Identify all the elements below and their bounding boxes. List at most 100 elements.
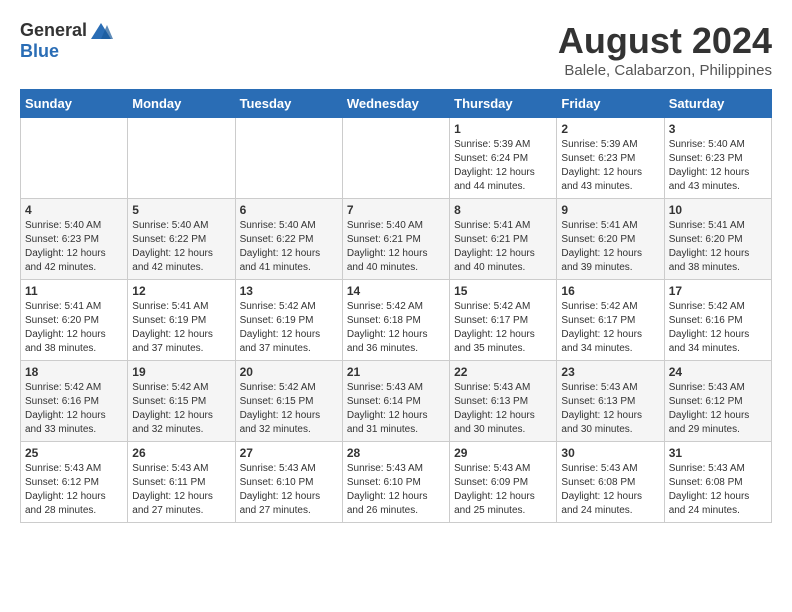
day-info: Sunrise: 5:43 AM Sunset: 6:09 PM Dayligh… <box>454 462 552 518</box>
day-info: Sunrise: 5:42 AM Sunset: 6:17 PM Dayligh… <box>454 300 552 356</box>
day-number: 30 <box>561 446 659 460</box>
day-info: Sunrise: 5:41 AM Sunset: 6:20 PM Dayligh… <box>669 219 767 275</box>
calendar-cell: 31 Sunrise: 5:43 AM Sunset: 6:08 PM Dayli… <box>664 442 771 523</box>
day-number: 10 <box>669 203 767 217</box>
calendar-cell: 20Sunrise: 5:42 AM Sunset: 6:15 PM Dayli… <box>235 361 342 442</box>
day-number: 23 <box>561 365 659 379</box>
logo-icon <box>89 21 113 41</box>
calendar-cell: 29 Sunrise: 5:43 AM Sunset: 6:09 PM Dayli… <box>450 442 557 523</box>
day-info: Sunrise: 5:43 AM Sunset: 6:12 PM Dayligh… <box>669 381 767 437</box>
day-number: 16 <box>561 284 659 298</box>
day-number: 9 <box>561 203 659 217</box>
day-info: Sunrise: 5:43 AM Sunset: 6:13 PM Dayligh… <box>454 381 552 437</box>
calendar-week-row: 25 Sunrise: 5:43 AM Sunset: 6:12 PM Dayli… <box>21 442 772 523</box>
calendar-cell <box>21 118 128 199</box>
calendar-cell: 4 Sunrise: 5:40 AM Sunset: 6:23 PM Daylig… <box>21 199 128 280</box>
day-info: Sunrise: 5:43 AM Sunset: 6:08 PM Dayligh… <box>561 462 659 518</box>
calendar-cell: 2 Sunrise: 5:39 AM Sunset: 6:23 PM Daylig… <box>557 118 664 199</box>
calendar-cell: 28 Sunrise: 5:43 AM Sunset: 6:10 PM Dayli… <box>342 442 449 523</box>
day-number: 15 <box>454 284 552 298</box>
day-info: Sunrise: 5:40 AM Sunset: 6:21 PM Dayligh… <box>347 219 445 275</box>
calendar-day-header: Sunday <box>21 90 128 118</box>
calendar-cell: 5 Sunrise: 5:40 AM Sunset: 6:22 PM Daylig… <box>128 199 235 280</box>
calendar-cell: 25 Sunrise: 5:43 AM Sunset: 6:12 PM Dayli… <box>21 442 128 523</box>
day-number: 26 <box>132 446 230 460</box>
day-info: Sunrise: 5:40 AM Sunset: 6:22 PM Dayligh… <box>240 219 338 275</box>
day-number: 28 <box>347 446 445 460</box>
calendar-cell: 11Sunrise: 5:41 AM Sunset: 6:20 PM Dayli… <box>21 280 128 361</box>
day-number: 19 <box>132 365 230 379</box>
calendar-cell: 9Sunrise: 5:41 AM Sunset: 6:20 PM Daylig… <box>557 199 664 280</box>
calendar-cell: 22Sunrise: 5:43 AM Sunset: 6:13 PM Dayli… <box>450 361 557 442</box>
day-number: 12 <box>132 284 230 298</box>
calendar-cell: 12 Sunrise: 5:41 AM Sunset: 6:19 PM Dayli… <box>128 280 235 361</box>
day-info: Sunrise: 5:40 AM Sunset: 6:23 PM Dayligh… <box>25 219 123 275</box>
day-number: 3 <box>669 122 767 136</box>
day-number: 20 <box>240 365 338 379</box>
day-info: Sunrise: 5:43 AM Sunset: 6:11 PM Dayligh… <box>132 462 230 518</box>
day-number: 25 <box>25 446 123 460</box>
day-info: Sunrise: 5:40 AM Sunset: 6:22 PM Dayligh… <box>132 219 230 275</box>
day-number: 14 <box>347 284 445 298</box>
day-info: Sunrise: 5:43 AM Sunset: 6:10 PM Dayligh… <box>240 462 338 518</box>
day-number: 27 <box>240 446 338 460</box>
day-info: Sunrise: 5:43 AM Sunset: 6:08 PM Dayligh… <box>669 462 767 518</box>
day-number: 5 <box>132 203 230 217</box>
day-info: Sunrise: 5:40 AM Sunset: 6:23 PM Dayligh… <box>669 138 767 194</box>
day-number: 29 <box>454 446 552 460</box>
location-subtitle: Balele, Calabarzon, Philippines <box>558 62 772 79</box>
day-number: 31 <box>669 446 767 460</box>
day-info: Sunrise: 5:42 AM Sunset: 6:16 PM Dayligh… <box>25 381 123 437</box>
calendar-cell: 30 Sunrise: 5:43 AM Sunset: 6:08 PM Dayli… <box>557 442 664 523</box>
logo-general-text: General <box>20 20 87 41</box>
calendar-cell: 14 Sunrise: 5:42 AM Sunset: 6:18 PM Dayli… <box>342 280 449 361</box>
calendar-cell: 18 Sunrise: 5:42 AM Sunset: 6:16 PM Dayli… <box>21 361 128 442</box>
day-info: Sunrise: 5:39 AM Sunset: 6:24 PM Dayligh… <box>454 138 552 194</box>
day-info: Sunrise: 5:43 AM Sunset: 6:14 PM Dayligh… <box>347 381 445 437</box>
calendar-cell: 21 Sunrise: 5:43 AM Sunset: 6:14 PM Dayli… <box>342 361 449 442</box>
calendar-cell <box>235 118 342 199</box>
calendar-day-header: Friday <box>557 90 664 118</box>
day-info: Sunrise: 5:41 AM Sunset: 6:19 PM Dayligh… <box>132 300 230 356</box>
day-info: Sunrise: 5:42 AM Sunset: 6:19 PM Dayligh… <box>240 300 338 356</box>
calendar-day-header: Saturday <box>664 90 771 118</box>
day-info: Sunrise: 5:43 AM Sunset: 6:13 PM Dayligh… <box>561 381 659 437</box>
page-header: General Blue August 2024 Balele, Calabar… <box>20 20 772 79</box>
calendar-cell: 27 Sunrise: 5:43 AM Sunset: 6:10 PM Dayli… <box>235 442 342 523</box>
day-number: 1 <box>454 122 552 136</box>
calendar-week-row: 1 Sunrise: 5:39 AM Sunset: 6:24 PM Daylig… <box>21 118 772 199</box>
calendar-cell: 13 Sunrise: 5:42 AM Sunset: 6:19 PM Dayli… <box>235 280 342 361</box>
logo-blue-text: Blue <box>20 41 59 62</box>
calendar-cell: 6 Sunrise: 5:40 AM Sunset: 6:22 PM Daylig… <box>235 199 342 280</box>
calendar-cell: 23 Sunrise: 5:43 AM Sunset: 6:13 PM Dayli… <box>557 361 664 442</box>
calendar-cell <box>128 118 235 199</box>
calendar-cell: 19Sunrise: 5:42 AM Sunset: 6:15 PM Dayli… <box>128 361 235 442</box>
calendar-cell: 3 Sunrise: 5:40 AM Sunset: 6:23 PM Daylig… <box>664 118 771 199</box>
calendar-day-header: Thursday <box>450 90 557 118</box>
day-number: 24 <box>669 365 767 379</box>
day-info: Sunrise: 5:39 AM Sunset: 6:23 PM Dayligh… <box>561 138 659 194</box>
day-number: 18 <box>25 365 123 379</box>
calendar-day-header: Monday <box>128 90 235 118</box>
title-area: August 2024 Balele, Calabarzon, Philippi… <box>558 20 772 79</box>
calendar-cell: 7Sunrise: 5:40 AM Sunset: 6:21 PM Daylig… <box>342 199 449 280</box>
day-info: Sunrise: 5:42 AM Sunset: 6:18 PM Dayligh… <box>347 300 445 356</box>
day-number: 21 <box>347 365 445 379</box>
day-number: 13 <box>240 284 338 298</box>
day-number: 2 <box>561 122 659 136</box>
calendar-header-row: SundayMondayTuesdayWednesdayThursdayFrid… <box>21 90 772 118</box>
calendar-week-row: 18 Sunrise: 5:42 AM Sunset: 6:16 PM Dayli… <box>21 361 772 442</box>
calendar-cell: 16 Sunrise: 5:42 AM Sunset: 6:17 PM Dayli… <box>557 280 664 361</box>
day-info: Sunrise: 5:43 AM Sunset: 6:12 PM Dayligh… <box>25 462 123 518</box>
day-number: 17 <box>669 284 767 298</box>
day-number: 4 <box>25 203 123 217</box>
month-year-title: August 2024 <box>558 20 772 62</box>
day-info: Sunrise: 5:42 AM Sunset: 6:16 PM Dayligh… <box>669 300 767 356</box>
day-number: 6 <box>240 203 338 217</box>
logo: General Blue <box>20 20 113 62</box>
calendar-cell: 10 Sunrise: 5:41 AM Sunset: 6:20 PM Dayli… <box>664 199 771 280</box>
calendar-cell: 15 Sunrise: 5:42 AM Sunset: 6:17 PM Dayli… <box>450 280 557 361</box>
calendar-table: SundayMondayTuesdayWednesdayThursdayFrid… <box>20 89 772 523</box>
day-info: Sunrise: 5:43 AM Sunset: 6:10 PM Dayligh… <box>347 462 445 518</box>
day-info: Sunrise: 5:42 AM Sunset: 6:17 PM Dayligh… <box>561 300 659 356</box>
